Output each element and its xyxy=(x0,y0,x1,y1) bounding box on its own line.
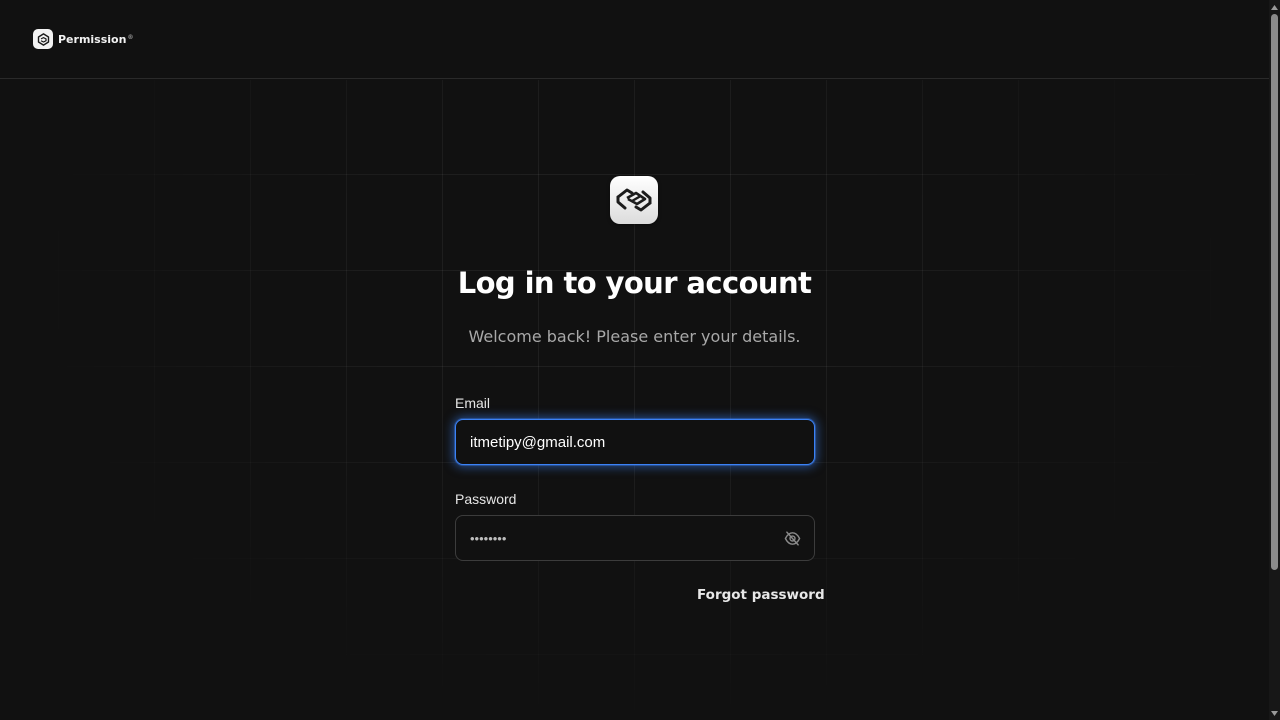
forgot-password-link[interactable]: Forgot password xyxy=(697,587,825,603)
top-bar: Permission® xyxy=(0,0,1269,79)
email-label: Email xyxy=(455,395,491,411)
scroll-down-icon[interactable] xyxy=(1271,709,1278,717)
scroll-thumb[interactable] xyxy=(1271,14,1278,570)
email-input[interactable] xyxy=(470,433,770,451)
handshake-logo-icon xyxy=(610,176,658,224)
page-title: Log in to your account xyxy=(457,266,812,300)
brand-link[interactable]: Permission® xyxy=(33,29,133,49)
page-subtitle: Welcome back! Please enter your details. xyxy=(468,327,801,346)
registered-mark: ® xyxy=(127,33,134,41)
page-scrollbar[interactable] xyxy=(1269,0,1280,720)
scroll-up-icon[interactable] xyxy=(1271,3,1278,11)
brand-name: Permission® xyxy=(58,32,134,46)
password-field[interactable]: •••••••• xyxy=(455,515,815,561)
eye-off-icon[interactable] xyxy=(782,528,802,548)
permission-logo-icon xyxy=(33,29,53,49)
login-page: Permission® Log in to your account Welco… xyxy=(0,0,1280,720)
password-label: Password xyxy=(455,491,517,507)
email-field[interactable] xyxy=(455,419,815,465)
password-input[interactable]: •••••••• xyxy=(470,531,506,546)
